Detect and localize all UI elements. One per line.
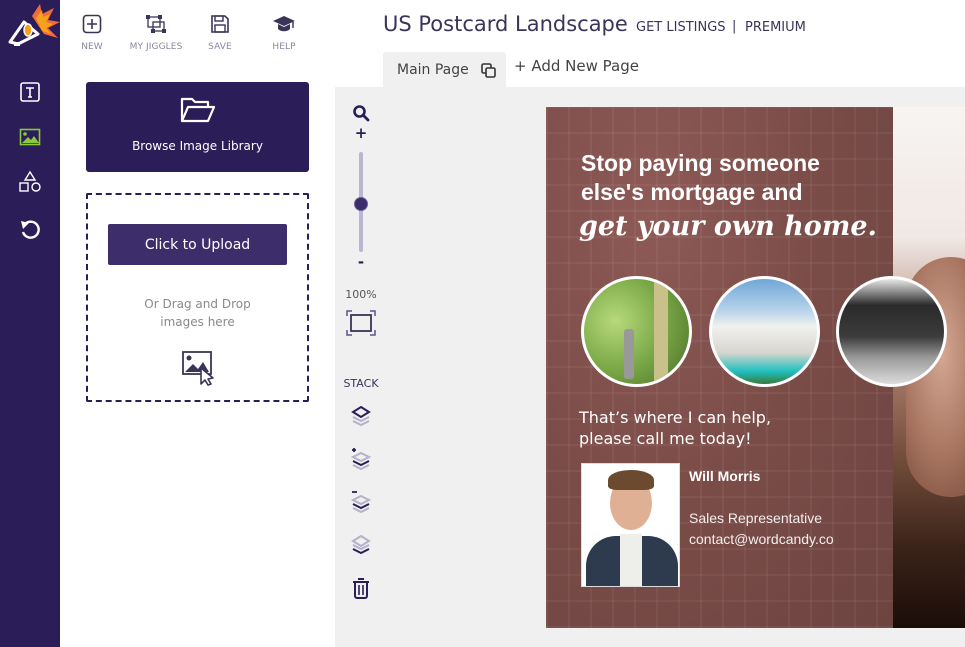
browse-image-library-button[interactable]: Browse Image Library (86, 82, 309, 172)
image-icon (19, 128, 41, 146)
send-to-back-button[interactable] (335, 534, 387, 556)
agent-photo-shirt (620, 534, 642, 586)
save-button[interactable]: SAVE (185, 14, 255, 52)
new-button[interactable]: NEW (57, 14, 127, 52)
agent-role[interactable]: Sales Representative (689, 510, 822, 526)
delete-button[interactable] (335, 577, 387, 599)
circle-photo-house[interactable] (709, 276, 820, 387)
postcard-tagline[interactable]: That’s where I can help, please call me … (579, 407, 771, 449)
image-drop-cursor-icon (182, 351, 214, 386)
click-to-upload-button[interactable]: Click to Upload (108, 224, 287, 265)
plus-square-icon (82, 14, 102, 34)
headline-line1: Stop paying someone (581, 150, 820, 176)
tagline-line1: That’s where I can help, (579, 408, 772, 427)
app-root: NEW MY JIGGLES SAVE HELP Browse Image Li… (0, 0, 965, 647)
browse-label: Browse Image Library (132, 139, 263, 153)
drop-hint-line2: images here (160, 315, 235, 329)
zoom-slider-thumb[interactable] (354, 197, 368, 211)
zoom-in-button[interactable]: + (335, 124, 387, 142)
tab-main-page-label: Main Page (397, 62, 469, 78)
postcard-canvas[interactable]: Stop paying someone else's mortgage and … (546, 107, 965, 628)
agent-name[interactable]: Will Morris (689, 468, 760, 484)
vertical-toolbar: + - 100% STACK (335, 87, 387, 647)
bring-forward-button[interactable] (335, 447, 387, 471)
layer-front-icon (351, 405, 371, 427)
drop-hint: Or Drag and Drop images here (88, 295, 307, 331)
duplicate-page-icon[interactable] (480, 62, 496, 78)
undo-icon (21, 220, 40, 239)
postcard-headline[interactable]: Stop paying someone else's mortgage and (581, 149, 820, 207)
rail-text-button[interactable] (0, 74, 60, 110)
floppy-disk-icon (211, 15, 229, 33)
door-frame (654, 279, 668, 384)
layer-forward-icon (350, 448, 372, 471)
circle-photo-keys[interactable] (581, 276, 692, 387)
circle-photo-interior[interactable] (836, 276, 947, 387)
help-label: HELP (272, 42, 296, 52)
header-separator: | (732, 19, 737, 34)
fit-screen-icon (346, 310, 376, 336)
headline-line2: else's mortgage and (581, 179, 803, 205)
stack-label: STACK (343, 377, 379, 390)
zoom-level: 100% (345, 288, 377, 301)
new-label: NEW (81, 42, 103, 52)
agent-email[interactable]: contact@wordcandy.co (689, 531, 834, 547)
tab-main-page[interactable]: Main Page (383, 52, 506, 88)
rail-undo-button[interactable] (0, 212, 60, 248)
zoom-out-button[interactable]: - (335, 253, 387, 271)
rail-shapes-button[interactable] (0, 164, 60, 200)
my-jiggles-button[interactable]: MY JIGGLES (121, 14, 191, 52)
my-jiggles-label: MY JIGGLES (129, 42, 183, 52)
document-title: US Postcard Landscape (383, 12, 628, 36)
text-icon (20, 82, 40, 102)
layer-back-icon (351, 534, 371, 555)
graduation-cap-icon (273, 16, 295, 32)
tagline-line2: please call me today! (579, 429, 752, 448)
shapes-icon (19, 170, 41, 192)
zoom-search-button[interactable] (335, 104, 387, 122)
agent-photo[interactable] (581, 463, 680, 587)
send-backward-button[interactable] (335, 490, 387, 514)
jiggles-icon (146, 15, 166, 33)
trash-icon (353, 578, 369, 599)
postcard-script-line[interactable]: get your own home. (579, 211, 877, 242)
key-shape (624, 329, 634, 379)
left-rail (0, 0, 60, 647)
folder-open-icon (180, 97, 216, 123)
layer-backward-icon (350, 491, 372, 514)
help-button[interactable]: HELP (249, 14, 319, 52)
get-listings-link[interactable]: GET LISTINGS (636, 20, 726, 35)
logo-megaphone-icon[interactable] (4, 2, 60, 50)
workspace: + - 100% STACK Stop paying someone else'… (335, 87, 965, 647)
upload-dropzone[interactable]: Click to Upload Or Drag and Drop images … (86, 193, 309, 402)
add-new-page-button[interactable]: + Add New Page (514, 57, 639, 75)
premium-link[interactable]: PREMIUM (745, 20, 806, 35)
magnifier-icon (353, 105, 370, 122)
save-label: SAVE (208, 42, 232, 52)
agent-photo-hair (608, 470, 654, 490)
drop-hint-line1: Or Drag and Drop (144, 297, 251, 311)
rail-image-button[interactable] (0, 119, 60, 155)
bring-to-front-button[interactable] (335, 405, 387, 427)
fit-to-screen-button[interactable] (335, 310, 387, 336)
